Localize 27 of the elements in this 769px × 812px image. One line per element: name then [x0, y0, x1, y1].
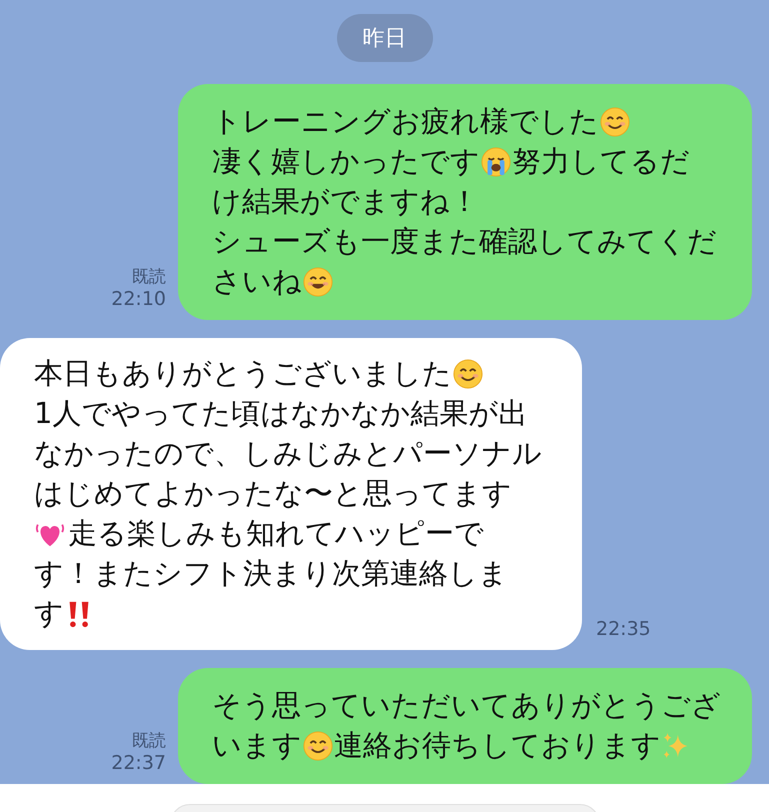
- read-receipt: 既読: [132, 266, 166, 288]
- message-text: す: [34, 595, 64, 632]
- timestamp: 22:35: [596, 618, 651, 640]
- message-text: そう思っていただいてありがとうござ: [212, 687, 721, 724]
- message-text: 努力してるだ: [512, 143, 690, 180]
- message-text: います: [212, 727, 302, 764]
- message-text: 本日もありがとうございました: [34, 355, 452, 392]
- read-receipt: 既読: [132, 730, 166, 752]
- message-text: はじめてよかったな〜と思ってます: [34, 475, 512, 512]
- message-text: 凄く嬉しかったです: [212, 143, 480, 180]
- message-text: さいね: [212, 263, 302, 300]
- date-separator: 昨日: [336, 14, 432, 62]
- message-text: け結果がでますね！: [212, 183, 479, 220]
- smiling-face-icon: [600, 107, 630, 137]
- message-text: 連絡お待ちしております: [334, 727, 661, 764]
- message-text: なかったので、しみじみとパーソナル: [34, 435, 542, 472]
- smiling-face-icon: [303, 731, 333, 761]
- message-text: トレーニングお疲れ様でした: [212, 103, 599, 140]
- grinning-face-icon: [303, 267, 333, 297]
- message-text: 1人でやってた頃はなかなか結果が出: [34, 395, 528, 432]
- crying-face-icon: [481, 147, 511, 177]
- smiling-face-icon: [453, 359, 483, 389]
- message-text: 走る楽しみも知れてハッピーで: [68, 515, 484, 552]
- message-text: シューズも一度また確認してみてくだ: [212, 223, 717, 260]
- message-text: す！またシフト決まり次第連絡しま: [34, 555, 508, 592]
- timestamp: 22:37: [111, 752, 166, 774]
- timestamp: 22:10: [111, 288, 166, 310]
